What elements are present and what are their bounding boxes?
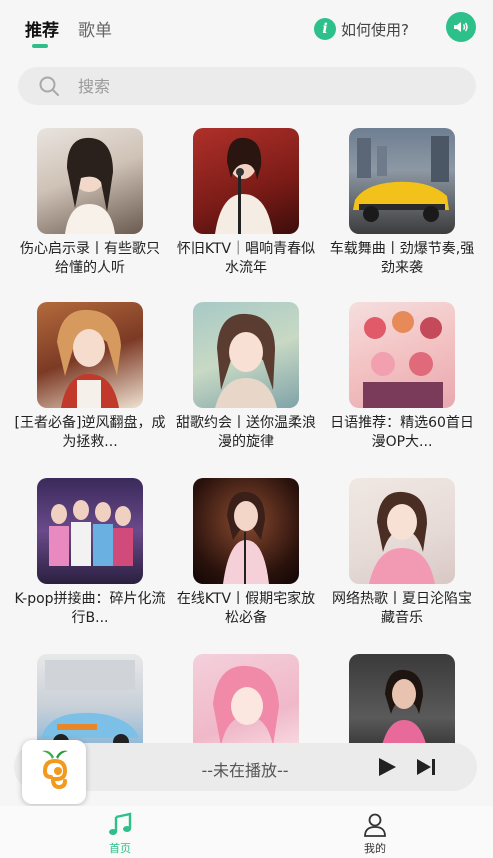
playlist-cover — [37, 302, 143, 408]
playlist-cover — [193, 478, 299, 584]
playlist-title: 甜歌约会丨送你温柔浪漫的旋律 — [176, 415, 316, 450]
playlist-title: 日语推荐：精选60首日漫OP大... — [330, 415, 474, 450]
playlist-title: 在线KTV丨假期宅家放松必备 — [176, 591, 316, 626]
tab-recommend[interactable]: 推荐 — [25, 16, 59, 41]
nav-home[interactable]: 首页 — [90, 812, 150, 856]
tab-playlists[interactable]: 歌单 — [78, 16, 112, 41]
playlist-card[interactable]: [王者必备]逆风翻盘，成为拯救... — [12, 302, 168, 452]
playlist-card[interactable]: 日语推荐：精选60首日漫OP大... — [324, 302, 480, 452]
help-link[interactable]: i 如何使用? — [314, 17, 409, 41]
search-icon — [39, 76, 59, 96]
now-playing-status: --未在播放-- — [201, 761, 289, 780]
playlist-card[interactable]: 网络热歌丨夏日沦陷宝藏音乐 — [324, 478, 480, 628]
speaker-button[interactable] — [446, 12, 476, 42]
nav-mine[interactable]: 我的 — [345, 812, 405, 856]
user-icon — [364, 813, 386, 837]
bottom-nav: 首页 我的 — [0, 806, 493, 858]
tab-indicator — [32, 44, 48, 48]
playlist-cover — [349, 302, 455, 408]
next-icon[interactable] — [415, 757, 437, 777]
search-input[interactable] — [78, 76, 408, 96]
playlist-title: 怀旧KTV｜唱响青春似水流年 — [176, 241, 316, 276]
playlist-title: 伤心启示录丨有些歌只给懂的人听 — [20, 241, 160, 276]
playlist-card[interactable]: 伤心启示录丨有些歌只给懂的人听 — [12, 128, 168, 278]
search-bar[interactable] — [18, 67, 476, 105]
info-icon: i — [314, 18, 336, 40]
playlist-cover — [193, 302, 299, 408]
playlist-cover — [349, 128, 455, 234]
play-icon[interactable] — [376, 756, 398, 778]
nav-home-label: 首页 — [109, 842, 131, 855]
playlist-title: [王者必备]逆风翻盘，成为拯救... — [14, 415, 166, 450]
help-label: 如何使用? — [341, 20, 409, 39]
nav-mine-label: 我的 — [364, 842, 386, 855]
playlist-cover — [37, 478, 143, 584]
playlist-title: K-pop拼接曲：碎片化流行B... — [14, 591, 166, 626]
app-logo[interactable] — [22, 740, 86, 804]
playlist-cover — [349, 478, 455, 584]
playlist-title: 网络热歌丨夏日沦陷宝藏音乐 — [332, 591, 472, 626]
top-bar: 推荐 歌单 i 如何使用? — [0, 0, 493, 58]
playlist-card[interactable]: 在线KTV丨假期宅家放松必备 — [168, 478, 324, 628]
playlist-card[interactable]: K-pop拼接曲：碎片化流行B... — [12, 478, 168, 628]
playlist-card[interactable]: 甜歌约会丨送你温柔浪漫的旋律 — [168, 302, 324, 452]
music-note-icon — [109, 812, 132, 835]
speaker-icon — [454, 22, 468, 32]
playlist-title: 车载舞曲丨劲爆节奏,强劲来袭 — [329, 241, 475, 276]
playlist-card[interactable]: 怀旧KTV｜唱响青春似水流年 — [168, 128, 324, 278]
app-logo-icon — [42, 750, 68, 790]
playlist-cover — [37, 128, 143, 234]
playlist-card[interactable]: 车载舞曲丨劲爆节奏,强劲来袭 — [324, 128, 480, 278]
playlist-cover — [193, 128, 299, 234]
